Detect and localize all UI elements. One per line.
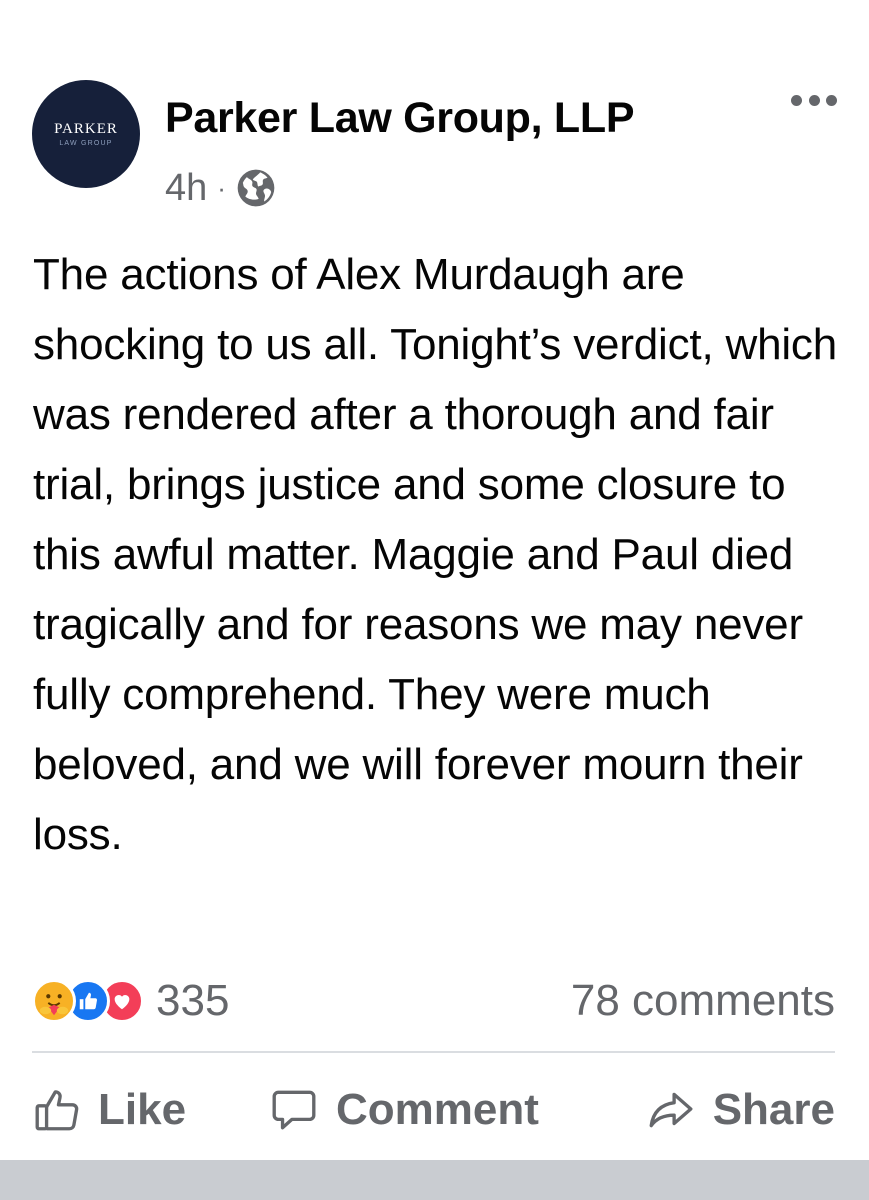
globe-icon[interactable] [236, 168, 276, 208]
meta-separator: · [217, 172, 226, 203]
like-label: Like [98, 1085, 187, 1134]
comment-label: Comment [336, 1085, 539, 1134]
reaction-count: 335 [156, 976, 230, 1025]
share-arrow-icon [649, 1092, 693, 1128]
page-name-link[interactable]: Parker Law Group, LLP [165, 94, 635, 143]
post-timestamp[interactable]: 4h [165, 167, 207, 210]
post-action-bar: Like Comment Share [32, 1075, 835, 1145]
like-button[interactable]: Like [32, 1075, 186, 1145]
avatar-logo-subtext: LAW GROUP [59, 140, 113, 147]
avatar-logo-text: PARKER [54, 121, 118, 137]
stats-divider [32, 1051, 835, 1053]
post-body-text: The actions of Alex Murdaugh are shockin… [33, 250, 837, 859]
care-reaction-icon [32, 979, 76, 1023]
post-meta: 4h · [165, 166, 276, 210]
share-button[interactable]: Share [645, 1075, 835, 1145]
feed-separator [0, 1160, 869, 1200]
reactions-summary[interactable]: 335 [32, 976, 229, 1026]
post-header: PARKER LAW GROUP Parker Law Group, LLP 4… [32, 80, 837, 220]
post-stats: 335 78 comments [32, 970, 835, 1034]
share-label: Share [712, 1085, 835, 1134]
avatar[interactable]: PARKER LAW GROUP [32, 80, 140, 188]
comment-bubble-icon [272, 1090, 316, 1130]
comments-count-link[interactable]: 78 comments [571, 976, 835, 1026]
more-options-icon[interactable] [791, 92, 837, 108]
comment-button[interactable]: Comment [268, 1075, 539, 1145]
thumbs-up-icon [35, 1090, 79, 1131]
facebook-post: PARKER LAW GROUP Parker Law Group, LLP 4… [0, 0, 869, 1200]
